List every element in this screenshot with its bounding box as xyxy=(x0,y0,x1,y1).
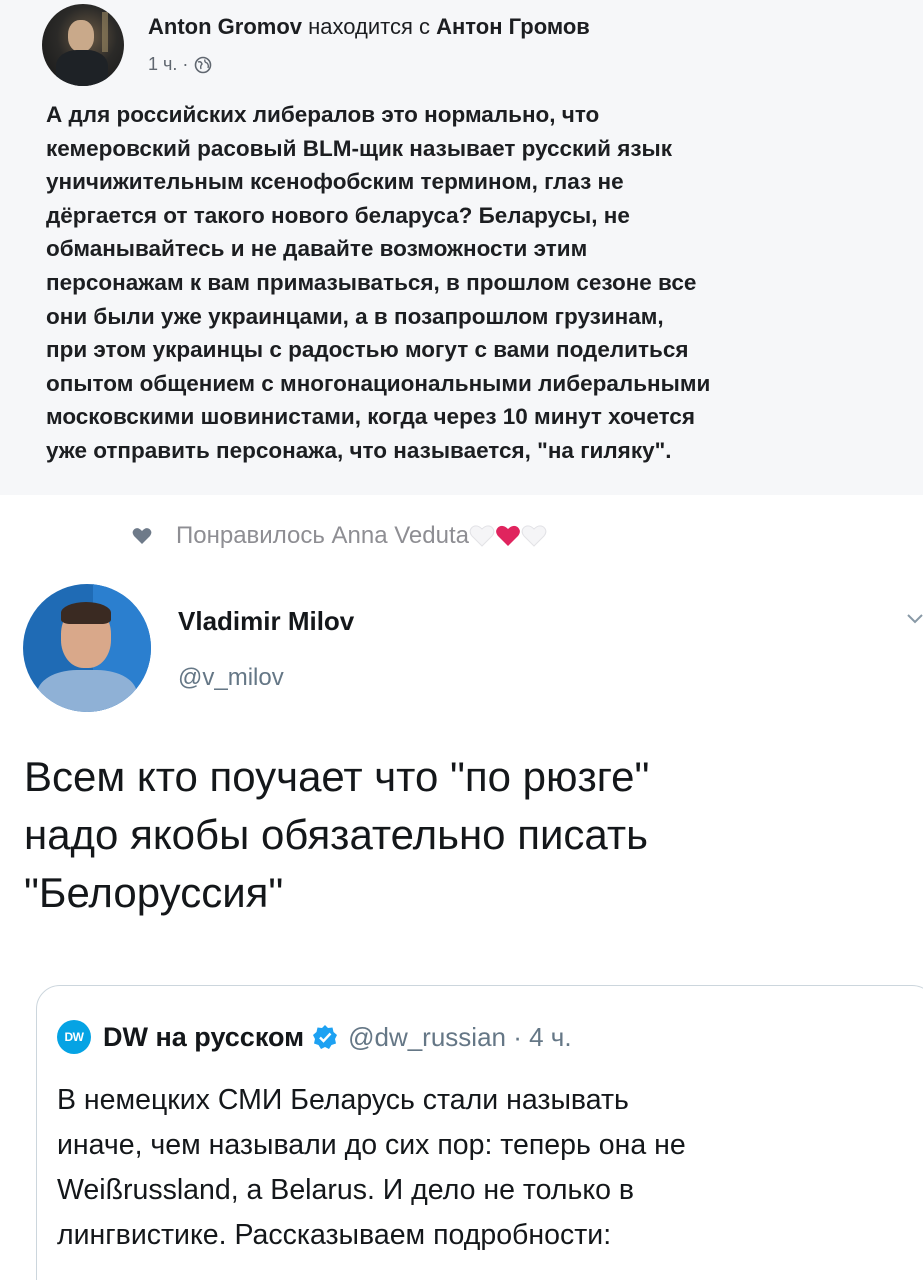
post-text-line: персонажам к вам примазываться, в прошло… xyxy=(46,269,697,295)
post-text-line: опытом общением с многонациональными либ… xyxy=(46,370,711,396)
dw-logo-text: DW xyxy=(64,1030,85,1044)
post-text: А для российских либералов это нормально… xyxy=(46,98,916,468)
quoted-text-line: В немецких СМИ Беларусь стали называть xyxy=(57,1084,629,1116)
quoted-text-line: лингвистике. Рассказываем подробности: xyxy=(57,1219,612,1251)
chevron-down-icon[interactable] xyxy=(906,612,923,626)
post-text-line: кемеровский расовый BLM-щик называет рус… xyxy=(46,135,672,161)
quoted-tweet-text: В немецких СМИ Беларусь стали называть ин… xyxy=(57,1078,923,1258)
dw-logo-icon: DW xyxy=(57,1020,91,1054)
post-time[interactable]: 1 ч. · xyxy=(148,54,188,75)
tweet-text-line: "Белоруссия" xyxy=(24,869,284,916)
post-text-line: уничижительным ксенофобским термином, гл… xyxy=(46,169,624,195)
verified-badge-icon xyxy=(313,1025,338,1049)
post-text-line: московскими шовинистами, когда через 10 … xyxy=(46,404,695,430)
liked-by-text[interactable]: Понравилось Anna Veduta xyxy=(176,522,469,550)
tweet-author-name[interactable]: Vladimir Milov xyxy=(178,606,354,637)
globe-icon xyxy=(195,56,212,73)
tweet-text: Всем кто поучает что "по рюзге" надо якоб… xyxy=(24,748,914,922)
quoted-text-line: Weißrussland, а Belarus. И дело не тольк… xyxy=(57,1174,635,1206)
post-header: Anton Gromov находится с Антон Громов xyxy=(148,14,590,40)
white-heart-icon xyxy=(469,525,495,547)
post-meta: 1 ч. · xyxy=(148,54,212,75)
heart-icon xyxy=(132,528,152,544)
post-text-line: уже отправить персонажа, что называется,… xyxy=(46,437,672,463)
post-text-line: обманывайтесь и не давайте возможности э… xyxy=(46,236,588,262)
tweet-text-line: Всем кто поучает что "по рюзге" xyxy=(24,753,650,800)
red-heart-icon xyxy=(496,525,520,546)
white-heart-icon xyxy=(521,525,547,547)
author-avatar[interactable] xyxy=(42,4,124,86)
facebook-post: Anton Gromov находится с Антон Громов 1 … xyxy=(0,0,923,495)
tweet-author-avatar[interactable] xyxy=(23,584,151,712)
tagged-name[interactable]: Антон Громов xyxy=(436,14,590,39)
quoted-handle-time: @dw_russian · 4 ч. xyxy=(348,1021,572,1052)
post-text-line: дёргается от такого нового беларуса? Бел… xyxy=(46,202,630,228)
quoted-tweet[interactable]: DW DW на русском @dw_russian · 4 ч. В не… xyxy=(36,985,923,1280)
post-text-line: они были уже украинцами, а в позапрошлом… xyxy=(46,303,664,329)
quoted-tweet-header: DW DW на русском @dw_russian · 4 ч. xyxy=(57,1020,572,1054)
with-text: находится с xyxy=(308,14,430,39)
tweet-text-line: надо якобы обязательно писать xyxy=(24,811,648,858)
tweet-author-handle[interactable]: @v_milov xyxy=(178,664,284,692)
post-text-line: при этом украинцы с радостью могут с вам… xyxy=(46,337,689,363)
liked-by-row: Понравилось Anna Veduta xyxy=(0,495,923,577)
author-name[interactable]: Anton Gromov xyxy=(148,14,302,39)
quoted-text-line: иначе, чем называли до сих пор: теперь о… xyxy=(57,1129,686,1161)
quoted-author-name[interactable]: DW на русском xyxy=(103,1022,304,1053)
post-text-line: А для российских либералов это нормально… xyxy=(46,102,600,127)
